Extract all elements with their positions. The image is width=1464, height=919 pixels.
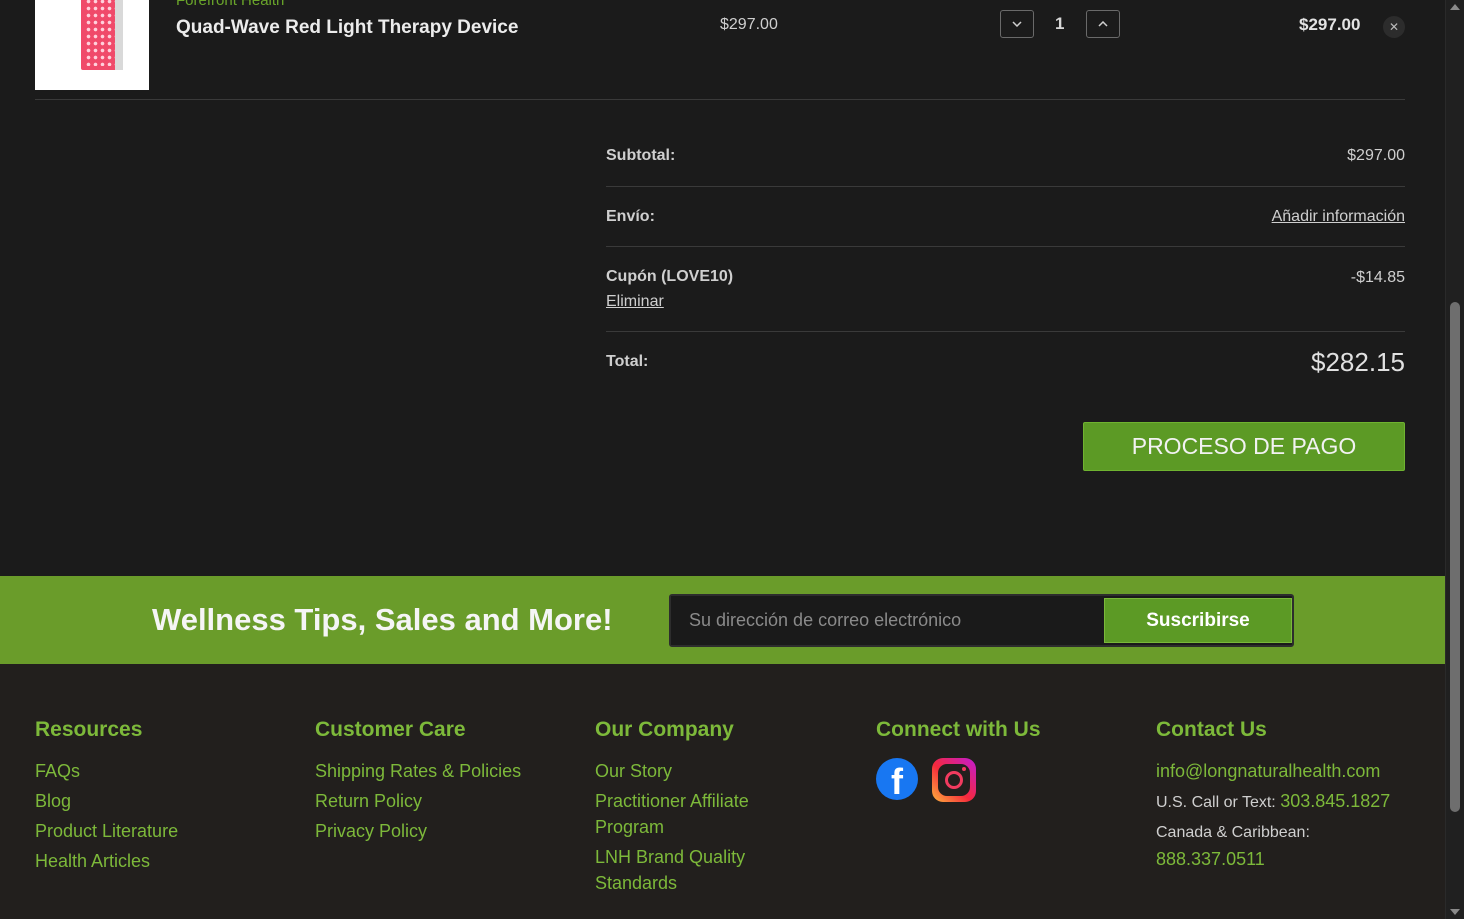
footer-connect-heading: Connect with Us bbox=[876, 718, 1041, 741]
scrollbar-thumb[interactable] bbox=[1450, 302, 1460, 812]
quantity-value: 1 bbox=[1055, 14, 1065, 33]
footer-contact-heading: Contact Us bbox=[1156, 718, 1267, 741]
footer-resources-heading: Resources bbox=[35, 718, 143, 741]
shipping-row: Envío: Añadir información bbox=[606, 187, 1405, 247]
total-value: $282.15 bbox=[1311, 347, 1405, 377]
canada-phone-label: Canada & Caribbean: bbox=[1156, 824, 1310, 841]
product-brand[interactable]: Forefront Health bbox=[176, 0, 284, 9]
order-totals: Subtotal: $297.00 Envío: Añadir informac… bbox=[606, 126, 1405, 392]
line-total: $297.00 bbox=[1299, 15, 1361, 34]
newsletter-email-input[interactable] bbox=[671, 596, 1103, 645]
footer-link-practitioner-affiliate[interactable]: Practitioner Affiliate Program bbox=[595, 788, 795, 840]
subtotal-label: Subtotal: bbox=[606, 147, 676, 164]
chevron-up-icon bbox=[1098, 21, 1108, 27]
footer-link-return-policy[interactable]: Return Policy bbox=[315, 788, 585, 814]
newsletter-form: Suscribirse bbox=[669, 594, 1294, 647]
us-phone-label: U.S. Call or Text: bbox=[1156, 794, 1276, 811]
footer-customer-care-heading: Customer Care bbox=[315, 718, 466, 741]
footer-link-blog[interactable]: Blog bbox=[35, 788, 305, 814]
instagram-icon[interactable] bbox=[932, 758, 976, 802]
scroll-down-arrow-icon[interactable] bbox=[1450, 909, 1460, 915]
footer-link-shipping[interactable]: Shipping Rates & Policies bbox=[315, 758, 585, 784]
contact-email-link[interactable]: info@longnaturalhealth.com bbox=[1156, 758, 1436, 784]
footer-link-privacy-policy[interactable]: Privacy Policy bbox=[315, 818, 585, 844]
social-links: f bbox=[876, 758, 1146, 802]
footer-link-health-articles[interactable]: Health Articles bbox=[35, 848, 305, 874]
page-scrollbar[interactable] bbox=[1445, 0, 1464, 919]
quantity-decrease-button[interactable] bbox=[1000, 10, 1034, 38]
newsletter-banner: Wellness Tips, Sales and More! Suscribir… bbox=[0, 576, 1445, 664]
footer-resources-column: Resources FAQs Blog Product Literature H… bbox=[35, 718, 305, 878]
footer-contact-column: Contact Us info@longnaturalhealth.com U.… bbox=[1156, 718, 1436, 874]
total-row: Total: $282.15 bbox=[606, 332, 1405, 392]
footer-customer-care-column: Customer Care Shipping Rates & Policies … bbox=[315, 718, 585, 848]
remove-item-button[interactable]: ✕ bbox=[1383, 16, 1405, 38]
scroll-up-arrow-icon[interactable] bbox=[1450, 4, 1460, 10]
subtotal-value: $297.00 bbox=[1347, 147, 1405, 164]
subscribe-button[interactable]: Suscribirse bbox=[1104, 598, 1292, 643]
footer-link-faqs[interactable]: FAQs bbox=[35, 758, 305, 784]
quantity-increase-button[interactable] bbox=[1086, 10, 1120, 38]
cart-item-row: Forefront Health Quad-Wave Red Light The… bbox=[35, 0, 1405, 100]
footer-link-brand-quality[interactable]: LNH Brand Quality Standards bbox=[595, 844, 795, 896]
chevron-down-icon bbox=[1012, 21, 1022, 27]
add-shipping-info-link[interactable]: Añadir información bbox=[1272, 208, 1405, 226]
site-footer: Resources FAQs Blog Product Literature H… bbox=[0, 664, 1445, 919]
footer-connect-column: Connect with Us f bbox=[876, 718, 1146, 802]
remove-coupon-link[interactable]: Eliminar bbox=[606, 293, 664, 311]
unit-price: $297.00 bbox=[720, 16, 778, 33]
coupon-row: Cupón (LOVE10) Eliminar -$14.85 bbox=[606, 247, 1405, 332]
product-name[interactable]: Quad-Wave Red Light Therapy Device bbox=[176, 17, 518, 39]
us-phone-link[interactable]: 303.845.1827 bbox=[1280, 791, 1390, 811]
footer-link-our-story[interactable]: Our Story bbox=[595, 758, 795, 784]
coupon-label: Cupón (LOVE10) bbox=[606, 268, 734, 285]
footer-our-company-column: Our Company Our Story Practitioner Affil… bbox=[595, 718, 795, 900]
total-label: Total: bbox=[606, 353, 649, 370]
newsletter-title: Wellness Tips, Sales and More! bbox=[152, 602, 613, 637]
canada-phone-link[interactable]: 888.337.0511 bbox=[1156, 849, 1265, 869]
footer-our-company-heading: Our Company bbox=[595, 718, 734, 741]
footer-link-product-literature[interactable]: Product Literature bbox=[35, 818, 305, 844]
close-icon: ✕ bbox=[1388, 20, 1400, 34]
product-thumbnail[interactable] bbox=[35, 0, 149, 90]
facebook-icon[interactable]: f bbox=[876, 758, 918, 802]
checkout-button[interactable]: PROCESO DE PAGO bbox=[1083, 422, 1405, 471]
coupon-value: -$14.85 bbox=[1350, 269, 1405, 286]
shipping-label: Envío: bbox=[606, 208, 655, 225]
subtotal-row: Subtotal: $297.00 bbox=[606, 126, 1405, 187]
